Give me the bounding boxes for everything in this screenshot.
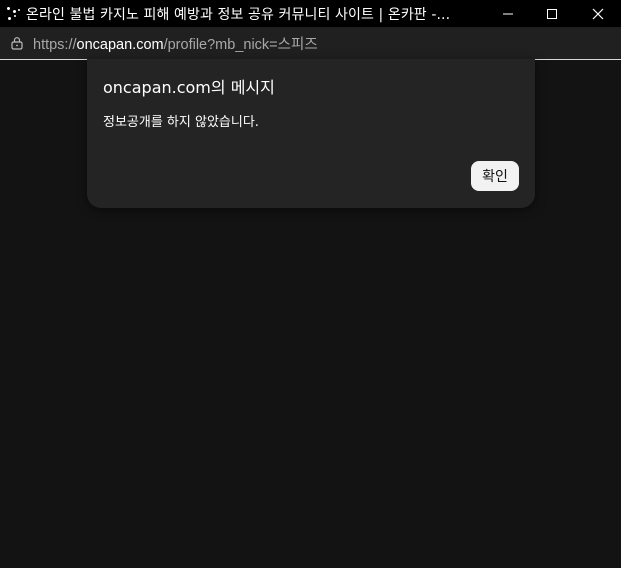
- maximize-button[interactable]: [529, 0, 575, 27]
- minimize-button[interactable]: [485, 0, 531, 27]
- minimize-icon: [503, 13, 513, 14]
- lock-icon[interactable]: [10, 36, 24, 50]
- url-scheme: https://: [33, 36, 77, 53]
- title-bar: 온라인 불법 카지노 피해 예방과 정보 공유 커뮤니티 사이트 | 온카판 -…: [0, 0, 621, 27]
- close-icon: [592, 8, 604, 19]
- url-path: /profile?mb_nick=스피즈: [163, 36, 318, 53]
- dialog-message: 정보공개를 하지 않았습니다.: [103, 115, 259, 130]
- maximize-icon: [547, 8, 557, 19]
- url-text[interactable]: https://oncapan.com/profile?mb_nick=스피즈: [33, 33, 318, 54]
- close-button[interactable]: [575, 0, 621, 27]
- dialog-title: oncapan.com의 메시지: [103, 78, 275, 97]
- alert-dialog: oncapan.com의 메시지 정보공개를 하지 않았습니다. 확인: [87, 59, 535, 208]
- address-bar[interactable]: https://oncapan.com/profile?mb_nick=스피즈: [0, 27, 621, 59]
- url-domain: oncapan.com: [76, 36, 164, 53]
- ok-button[interactable]: 확인: [471, 161, 519, 191]
- window-title: 온라인 불법 카지노 피해 예방과 정보 공유 커뮤니티 사이트 | 온카판 -…: [26, 6, 451, 23]
- loading-spinner-icon: [4, 4, 24, 24]
- browser-window: 온라인 불법 카지노 피해 예방과 정보 공유 커뮤니티 사이트 | 온카판 -…: [0, 0, 621, 568]
